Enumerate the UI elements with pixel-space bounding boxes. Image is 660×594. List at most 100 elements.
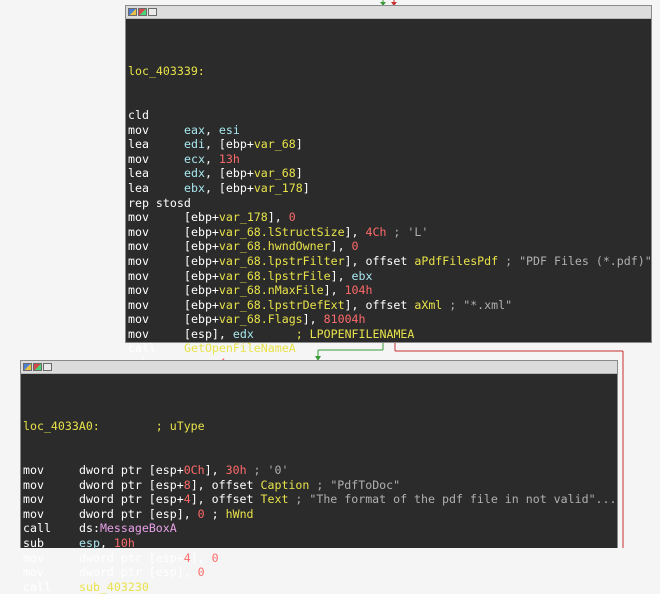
block-label[interactable]: loc_4033A0: — [23, 419, 100, 433]
operand-token: , — [204, 122, 219, 137]
mnemonic: lea — [128, 137, 149, 152]
operand-token: dword ptr [esp+ — [79, 550, 184, 565]
instruction-row[interactable]: mov dword ptr [esp], 0 — [23, 565, 617, 580]
edit-icon[interactable] — [33, 363, 42, 371]
operand-token: dword ptr [esp+ — [79, 492, 184, 507]
operand-token: var_68 — [253, 137, 296, 152]
mnemonic: call — [23, 521, 51, 536]
instruction-row[interactable]: mov [ebp+var_68.nMaxFile], 104h — [128, 283, 651, 298]
operand-token: Caption — [260, 477, 310, 492]
operand-token: [ebp+ — [184, 297, 219, 312]
instruction-row[interactable]: rep stosd — [128, 196, 651, 211]
mnemonic: mov — [23, 492, 44, 507]
instruction-row[interactable]: cld — [128, 108, 651, 123]
operand-token: 4Ch — [365, 224, 387, 239]
instruction-row[interactable]: mov [ebp+var_68.Flags], 81004h — [128, 312, 651, 327]
operand-token: , — [204, 151, 219, 166]
instruction-row[interactable]: mov dword ptr [esp+0Ch], 30h ; '0' — [23, 463, 617, 478]
instruction-row[interactable]: lea edi, [ebp+var_68] — [128, 137, 651, 152]
list-icon[interactable] — [43, 363, 52, 371]
edit-icon[interactable] — [138, 8, 147, 16]
disassembly-listing[interactable]: loc_403339: cld mov eax, esi lea edi, [ebp+v… — [126, 19, 652, 400]
operand-token: , [ebp+ — [204, 166, 254, 181]
graph-node-loc-4033a0[interactable]: loc_4033A0:; uType mov dword ptr [esp+0Ch… — [20, 360, 618, 594]
instruction-row[interactable]: call sub_403230 — [23, 580, 617, 594]
disassembly-listing[interactable]: loc_4033A0:; uType mov dword ptr [esp+0Ch… — [21, 374, 617, 594]
mnemonic: mov — [128, 224, 149, 239]
mnemonic: call — [128, 341, 156, 356]
mnemonic: mov — [128, 312, 149, 327]
operand-token: ] — [302, 180, 310, 195]
operand-token: ; "PdfToDoc" — [309, 477, 401, 492]
graph-node-icon[interactable] — [23, 363, 32, 371]
operand-token: MessageBoxA — [99, 521, 177, 536]
mnemonic: mov — [128, 151, 149, 166]
operand-token: ], offset — [344, 253, 415, 268]
operand-token: var_68.hwndOwner — [218, 239, 331, 254]
operand-token: aXml — [414, 297, 443, 312]
instruction-row[interactable]: call GetOpenFileNameA — [128, 341, 651, 356]
block-label[interactable]: loc_403339: — [128, 64, 651, 79]
mnemonic: mov — [128, 268, 149, 283]
operand-token: var_68.lpstrFilter — [218, 253, 345, 268]
mnemonic: mov — [128, 210, 149, 225]
instruction-row[interactable]: mov [ebp+var_68.lpstrFilter], offset aPdf… — [128, 253, 652, 269]
graph-node-loc-403339[interactable]: loc_403339: cld mov eax, esi lea edi, [ebp+v… — [125, 5, 652, 399]
block-label-row[interactable]: loc_4033A0: ; uType — [23, 419, 617, 434]
operand-token: 0 — [351, 239, 359, 254]
instruction-row[interactable]: mov dword ptr [esp+4], offset Text ; "The… — [23, 492, 617, 507]
instruction-row[interactable]: lea ebx, [ebp+var_178] — [128, 181, 651, 196]
operand-token: ] — [295, 166, 303, 181]
instruction-row[interactable]: sub esp, 10h — [23, 536, 617, 551]
instruction-row[interactable]: mov dword ptr [esp+8], offset Caption ; "… — [23, 478, 617, 493]
instruction-row[interactable]: mov [ebp+var_178], 0 — [128, 210, 651, 225]
instruction-row[interactable]: mov [ebp+var_68.lStructSize], 4Ch ; 'L' — [128, 225, 651, 240]
operand-token: ; "PDF Files (*.pdf)" — [498, 253, 652, 268]
mnemonic: lea — [128, 180, 149, 195]
graph-node-icon[interactable] — [128, 8, 137, 16]
instruction-row[interactable]: lea edx, [ebp+var_68] — [128, 166, 651, 181]
operand-token: GetOpenFileNameA — [184, 341, 296, 356]
mnemonic: mov — [23, 462, 44, 477]
instruction-row[interactable]: mov dword ptr [esp], 0 ; hWnd — [23, 507, 617, 522]
operand-token: [ebp+ — [184, 224, 219, 239]
mnemonic: mov — [128, 326, 149, 341]
operand-token: esi — [218, 122, 240, 137]
operand-token: [ebp+ — [184, 210, 219, 225]
operand-token: dword ptr [esp+ — [79, 462, 184, 477]
operand-token: ; '0' — [246, 462, 289, 477]
operand-token: var_68 — [253, 166, 296, 181]
instruction-row[interactable]: mov [esp], edx ; LPOPENFILENAMEA — [128, 327, 651, 342]
operand-token: [ebp+ — [184, 253, 219, 268]
instruction-row[interactable]: mov ecx, 13h — [128, 152, 651, 167]
operand-token: aPdfFilesPdf — [414, 253, 499, 268]
operand-token: 8 — [183, 477, 191, 492]
mnemonic: mov — [128, 283, 149, 298]
operand-token: ], offset — [190, 477, 261, 492]
operand-token: , [ebp+ — [204, 137, 254, 152]
instruction-row[interactable]: mov [ebp+var_68.lpstrDefExt], offset aXml… — [128, 298, 651, 313]
operand-token: 0 — [288, 210, 296, 225]
operand-token: ] — [295, 137, 303, 152]
operand-token: ebx — [351, 268, 373, 283]
operand-token: ], offset — [344, 297, 415, 312]
instruction-row[interactable]: mov dword ptr [esp+4], 0 — [23, 551, 617, 566]
operand-token: ], — [344, 224, 366, 239]
instruction-row[interactable]: mov [ebp+var_68.lpstrFile], ebx — [128, 269, 651, 284]
list-icon[interactable] — [148, 8, 157, 16]
operand-token: var_178 — [218, 210, 268, 225]
operand-token: var_68.lStructSize — [218, 224, 345, 239]
instruction-row[interactable]: mov [ebp+var_68.hwndOwner], 0 — [128, 239, 651, 254]
operand-token: [ebp+ — [184, 283, 219, 298]
operand-token: hWnd — [225, 506, 254, 521]
operand-token: [esp], — [184, 326, 233, 341]
operand-token: ], — [267, 210, 289, 225]
operand-token: 0 — [211, 550, 219, 565]
operand-token: edi — [184, 137, 205, 152]
instruction-row[interactable]: call ds:MessageBoxA — [23, 521, 617, 536]
operand-token: ], — [190, 550, 212, 565]
label-comment: ; uType — [155, 419, 205, 434]
instruction-row[interactable]: mov eax, esi — [128, 123, 651, 138]
mnemonic: mov — [128, 297, 149, 312]
operand-token: ebx — [184, 180, 205, 195]
